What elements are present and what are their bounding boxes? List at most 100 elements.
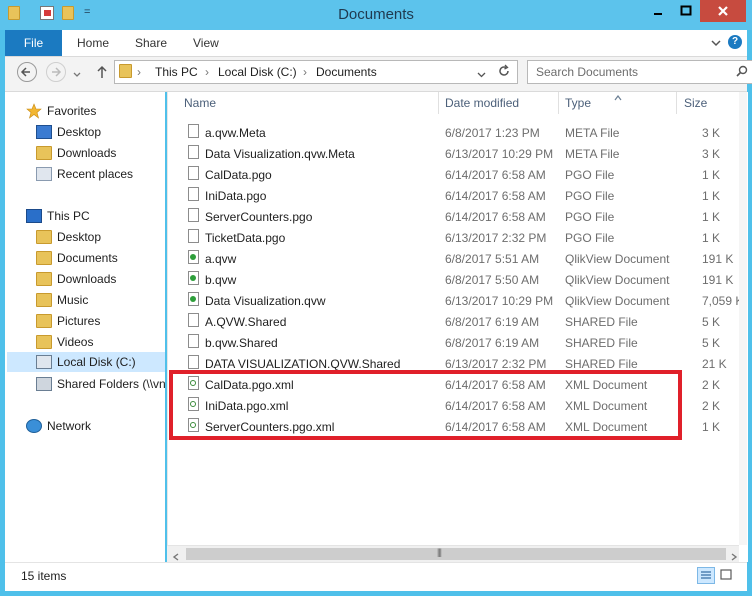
large-icons-view-button[interactable] xyxy=(718,567,736,584)
ribbon-expand-icon[interactable] xyxy=(711,37,721,51)
nav-pc-local-disk[interactable]: Local Disk (C:) xyxy=(36,352,136,372)
file-name: a.qvw xyxy=(205,252,237,266)
file-row[interactable]: Data Visualization.qvw.Meta 6/13/2017 10:… xyxy=(184,143,752,164)
file-row[interactable]: a.qvw 6/8/2017 5:51 AM QlikView Document 19… xyxy=(184,248,752,269)
file-date: 6/13/2017 10:29 PM xyxy=(445,147,554,161)
column-divider[interactable] xyxy=(438,92,439,114)
breadcrumb-local-disk[interactable]: Local Disk (C:) xyxy=(218,65,297,79)
nav-label: Shared Folders (\\vn xyxy=(57,377,166,391)
back-button[interactable] xyxy=(17,62,37,82)
network-drive-icon xyxy=(36,377,52,391)
file-type: SHARED File xyxy=(565,357,638,371)
file-name: Data Visualization.qvw.Meta xyxy=(205,147,355,161)
file-row[interactable]: CalData.pgo 6/14/2017 6:58 AM PGO File 1 K xyxy=(184,164,752,185)
scrollbar-thumb[interactable] xyxy=(186,548,726,560)
nav-network-label: Network xyxy=(47,419,92,433)
file-row[interactable]: A.QVW.Shared 6/8/2017 6:19 AM SHARED File 5… xyxy=(184,311,752,332)
recent-locations-icon[interactable] xyxy=(73,68,81,82)
nav-pc-pictures[interactable]: Pictures xyxy=(36,311,100,331)
nav-label: Pictures xyxy=(57,314,101,328)
up-arrow-icon xyxy=(97,65,107,78)
file-row[interactable]: TicketData.pgo 6/13/2017 2:32 PM PGO File 1… xyxy=(184,227,752,248)
nav-fav-downloads[interactable]: Downloads xyxy=(36,143,116,163)
file-icon xyxy=(188,313,199,327)
file-row[interactable]: ServerCounters.pgo 6/14/2017 6:58 AM PGO F… xyxy=(184,206,752,227)
file-size: 1 K xyxy=(702,420,721,434)
address-dropdown-icon[interactable] xyxy=(477,68,486,82)
file-name: b.qvw xyxy=(205,273,237,287)
nav-pc-desktop[interactable]: Desktop xyxy=(36,227,101,247)
large-icons-view-icon xyxy=(720,569,732,580)
file-icon xyxy=(188,124,199,138)
nav-favorites[interactable]: Favorites xyxy=(26,101,96,121)
file-size: 1 K xyxy=(702,168,721,182)
nav-pc-videos[interactable]: Videos xyxy=(36,332,93,352)
file-size: 1 K xyxy=(702,210,721,224)
breadcrumb-this-pc[interactable]: This PC xyxy=(155,65,198,79)
file-size: 3 K xyxy=(702,147,721,161)
details-view-button[interactable] xyxy=(697,567,715,584)
tab-home[interactable]: Home xyxy=(77,36,109,50)
tab-view[interactable]: View xyxy=(193,36,219,50)
nav-pc-music[interactable]: Music xyxy=(36,290,88,310)
column-header-name[interactable]: Name xyxy=(184,96,216,110)
nav-fav-recent[interactable]: Recent places xyxy=(36,164,133,184)
maximize-button[interactable] xyxy=(672,0,700,22)
breadcrumb-documents[interactable]: Documents xyxy=(316,65,377,79)
breadcrumb-separator: › xyxy=(137,65,141,79)
forward-button[interactable] xyxy=(46,62,66,82)
column-divider[interactable] xyxy=(676,92,677,114)
back-arrow-icon xyxy=(20,67,30,77)
nav-label: Downloads xyxy=(57,146,117,160)
column-header-type[interactable]: Type xyxy=(565,96,591,110)
nav-network[interactable]: Network xyxy=(26,416,91,436)
file-size: 5 K xyxy=(702,315,721,329)
file-row[interactable]: Data Visualization.qvw 6/13/2017 10:29 PM… xyxy=(184,290,752,311)
search-input[interactable]: Search Documents xyxy=(536,65,638,79)
nav-pc-downloads[interactable]: Downloads xyxy=(36,269,116,289)
file-date: 6/8/2017 5:51 AM xyxy=(445,252,540,266)
nav-label: Recent places xyxy=(57,167,134,181)
breadcrumb-separator: › xyxy=(303,65,307,79)
scrollbar-grip: ||| xyxy=(437,547,442,557)
nav-this-pc[interactable]: This PC xyxy=(26,206,90,226)
downloads-folder-icon xyxy=(36,272,52,286)
nav-pc-documents[interactable]: Documents xyxy=(36,248,118,268)
file-row[interactable]: IniData.pgo 6/14/2017 6:58 AM PGO File 1 K xyxy=(184,185,752,206)
nav-fav-desktop[interactable]: Desktop xyxy=(36,122,101,142)
nav-this-pc-label: This PC xyxy=(47,209,90,223)
tab-file[interactable]: File xyxy=(5,30,62,56)
file-row[interactable]: a.qvw.Meta 6/8/2017 1:23 PM META File 3 K xyxy=(184,122,752,143)
close-button[interactable] xyxy=(700,0,746,22)
column-header-date[interactable]: Date modified xyxy=(445,96,519,110)
drive-icon xyxy=(36,355,52,369)
refresh-icon[interactable] xyxy=(497,64,511,81)
file-date: 6/14/2017 6:58 AM xyxy=(445,210,546,224)
file-row[interactable]: b.qvw 6/8/2017 5:50 AM QlikView Document 19… xyxy=(184,269,752,290)
file-size: 1 K xyxy=(702,231,721,245)
tab-share[interactable]: Share xyxy=(135,36,167,50)
file-size: 2 K xyxy=(702,399,721,413)
up-button[interactable] xyxy=(95,64,109,83)
minimize-button[interactable] xyxy=(644,0,672,22)
search-icon[interactable] xyxy=(736,65,748,80)
file-name: a.qvw.Meta xyxy=(205,126,266,140)
file-type: PGO File xyxy=(565,210,615,224)
folder-icon xyxy=(119,64,132,78)
file-date: 6/8/2017 6:19 AM xyxy=(445,315,540,329)
file-row[interactable]: b.qvw.Shared 6/8/2017 6:19 AM SHARED File 5… xyxy=(184,332,752,353)
help-icon[interactable]: ? xyxy=(728,35,742,49)
file-type: META File xyxy=(565,126,620,140)
file-type: PGO File xyxy=(565,231,615,245)
file-date: 6/13/2017 2:32 PM xyxy=(445,357,547,371)
column-header-size[interactable]: Size xyxy=(684,96,707,110)
nav-pc-shared-folders[interactable]: Shared Folders (\\vn xyxy=(36,374,166,394)
sort-ascending-icon xyxy=(614,90,622,104)
videos-folder-icon xyxy=(36,335,52,349)
column-divider[interactable] xyxy=(558,92,559,114)
status-bar xyxy=(5,562,747,591)
file-date: 6/8/2017 1:23 PM xyxy=(445,126,540,140)
vertical-scrollbar[interactable] xyxy=(739,92,747,545)
recent-places-icon xyxy=(36,167,52,181)
file-size: 7,059 K xyxy=(702,294,744,308)
